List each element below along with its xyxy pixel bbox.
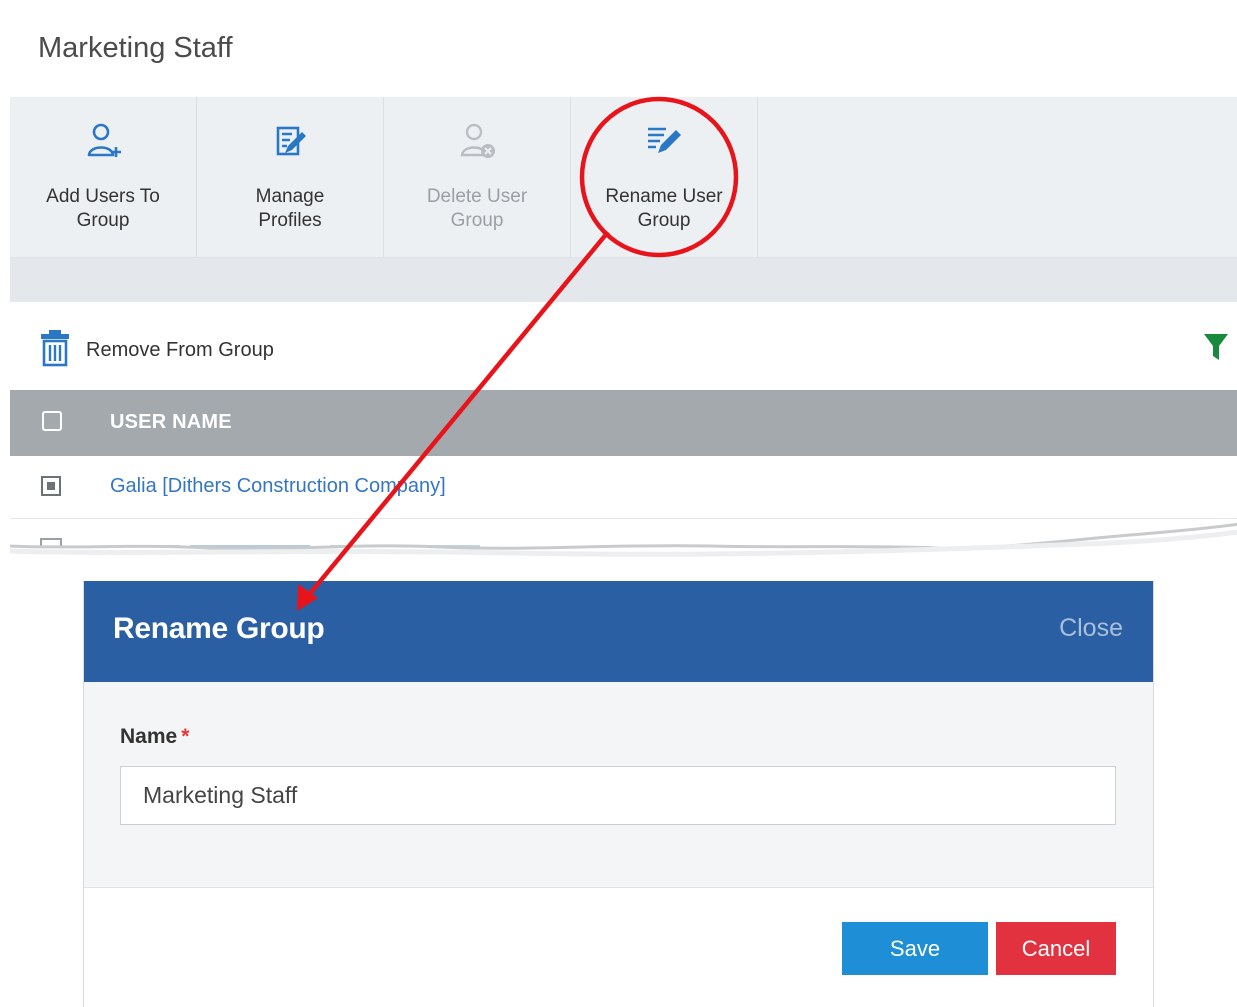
group-details-panel: Marketing Staff Add Users To Group Manag… [10, 0, 1237, 558]
trash-icon [40, 329, 70, 372]
name-field-label: Name * [120, 725, 190, 748]
dialog-body: Name * [84, 682, 1153, 888]
delete-user-group-icon [384, 121, 570, 161]
dialog-footer: Save Cancel [84, 888, 1153, 1007]
filter-icon[interactable] [1203, 333, 1229, 368]
remove-from-group-button[interactable]: Remove From Group [40, 328, 274, 372]
delete-user-group-button[interactable]: Delete User Group [384, 97, 571, 257]
manage-profiles-icon [197, 121, 383, 161]
add-user-icon [10, 121, 196, 161]
dialog-header: Rename Group Close [84, 581, 1153, 682]
row-checkbox[interactable] [41, 476, 61, 496]
manage-profiles-label: Manage Profiles [255, 186, 325, 231]
select-all-checkbox[interactable] [42, 411, 62, 431]
rename-group-icon [571, 121, 757, 161]
required-marker: * [181, 725, 190, 748]
remove-from-group-label: Remove From Group [86, 338, 274, 361]
separator-band [10, 258, 1237, 302]
close-button[interactable]: Close [1059, 614, 1123, 643]
dialog-title: Rename Group [113, 612, 325, 645]
user-name-column-header[interactable]: USER NAME [110, 411, 232, 434]
group-name-input[interactable] [120, 766, 1116, 825]
rename-group-dialog: Rename Group Close Name* Save Cancel [83, 581, 1154, 1007]
screenshot-top-section: Marketing Staff Add Users To Group Manag… [10, 0, 1237, 560]
delete-user-group-label: Delete User Group [426, 186, 528, 231]
page-title: Marketing Staff [38, 32, 233, 64]
table-row-partial [10, 519, 1237, 559]
save-button[interactable]: Save [842, 922, 988, 975]
rename-user-group-label: Rename User Group [605, 186, 723, 231]
table-header: USER NAME [10, 390, 1237, 456]
add-users-to-group-button[interactable]: Add Users To Group [10, 97, 197, 257]
user-name-link[interactable]: Galia [Dithers Construction Company] [110, 475, 446, 498]
toolbar: Add Users To Group Manage Profiles Delet… [10, 97, 1237, 258]
manage-profiles-button[interactable]: Manage Profiles [197, 97, 384, 257]
add-users-to-group-label: Add Users To Group [46, 186, 160, 231]
table-row: Galia [Dithers Construction Company] [10, 456, 1237, 519]
rename-user-group-button[interactable]: Rename User Group [571, 97, 758, 257]
cancel-button[interactable]: Cancel [996, 922, 1116, 975]
